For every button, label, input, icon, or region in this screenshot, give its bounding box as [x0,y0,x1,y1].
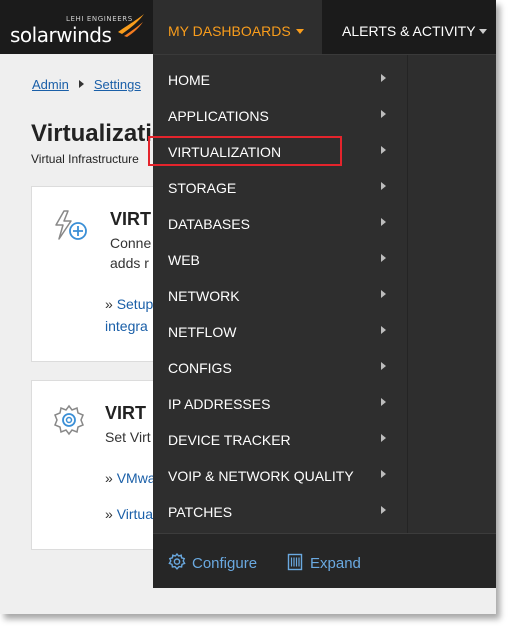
my-dashboards-dropdown: HOME APPLICATIONS VIRTUALIZATION STORAGE… [148,54,496,588]
menu-item-label: IP ADDRESSES [168,396,271,412]
breadcrumb: Admin Settings [32,77,141,92]
chevron-right-icon [381,434,386,442]
menu-item-databases[interactable]: DATABASES [153,205,407,241]
chevron-right-icon [381,470,386,478]
menu-item-label: STORAGE [168,180,237,196]
menu-item-label: NETWORK [168,288,240,304]
card-description-line: Set Virt [105,429,151,445]
caret-down-icon [296,29,304,34]
menu-item-label: DEVICE TRACKER [168,432,291,448]
logo-wordmark: solarwinds [10,23,112,47]
menu-item-virtualization[interactable]: VIRTUALIZATION [148,133,407,169]
chevron-right-icon [381,398,386,406]
menu-item-label: WEB [168,252,200,268]
menu-item-label: DATABASES [168,216,250,232]
card-link-virtual[interactable]: » Virtua [105,503,153,525]
page-subtitle: Virtual Infrastructure [31,152,139,166]
breadcrumb-separator-icon [78,80,84,88]
chevron-right-icon [381,218,386,226]
menu-item-label: VOIP & NETWORK QUALITY [168,468,354,484]
caret-down-icon [479,29,487,34]
card-description-line: Conne [110,235,152,251]
lightning-plus-icon [55,210,87,240]
configure-button[interactable]: Configure [168,552,258,572]
card-link-integration[interactable]: integra [105,315,148,337]
logo-swoosh-icon [118,14,144,37]
menu-item-label: APPLICATIONS [168,108,269,124]
chevron-right-icon [381,146,386,154]
app-window: LEHI ENGINEERS solarwinds MY DASHBOARDS … [0,0,496,614]
chevron-right-icon [381,254,386,262]
menu-item-voip-network-quality[interactable]: VOIP & NETWORK QUALITY [153,457,407,493]
expand-label: Expand [310,555,361,572]
configure-label: Configure [192,555,258,572]
chevron-right-icon [381,74,386,82]
breadcrumb-settings[interactable]: Settings [94,77,141,92]
menu-item-label: CONFIGS [168,360,232,376]
menu-item-device-tracker[interactable]: DEVICE TRACKER [153,421,407,457]
menu-item-netflow[interactable]: NETFLOW [153,313,407,349]
card-title: VIRT [110,209,152,229]
nav-my-dashboards-label: MY DASHBOARDS [168,23,291,39]
card-description-line: adds r [110,255,149,271]
card-link-vmware-label: VMwa [116,470,156,486]
chevron-right-icon [381,110,386,118]
card-link-vmware[interactable]: » VMwa [105,467,156,489]
menu-item-label: NETFLOW [168,324,237,340]
chevron-right-icon [381,362,386,370]
chevron-right-icon [381,290,386,298]
expand-icon [287,553,303,571]
card-link-setup-label: Setup [116,296,154,312]
chevron-right-icon [381,182,386,190]
menu-item-label: HOME [168,72,210,88]
top-nav-bar: LEHI ENGINEERS solarwinds MY DASHBOARDS … [0,0,496,54]
card-title: VIRT [105,403,147,423]
breadcrumb-admin[interactable]: Admin [32,77,69,92]
menu-item-label: VIRTUALIZATION [168,144,282,160]
card-link-virtual-label: Virtua [116,506,154,522]
menu-item-configs[interactable]: CONFIGS [153,349,407,385]
menu-column-divider [407,55,408,533]
expand-button[interactable]: Expand [286,553,361,572]
gear-icon [168,552,186,570]
chevron-right-icon [381,326,386,334]
gear-icon [54,404,84,436]
solarwinds-logo[interactable]: LEHI ENGINEERS solarwinds [8,12,148,48]
chevron-right-icon [381,506,386,514]
nav-my-dashboards[interactable]: MY DASHBOARDS [153,0,322,54]
menu-item-applications[interactable]: APPLICATIONS [153,97,407,133]
menu-item-home[interactable]: HOME [153,61,407,97]
menu-item-patches[interactable]: PATCHES [153,493,407,529]
menu-item-ip-addresses[interactable]: IP ADDRESSES [153,385,407,421]
card-link-setup[interactable]: » Setup [105,293,153,315]
menu-item-label: PATCHES [168,504,233,520]
nav-alerts-activity[interactable]: ALERTS & ACTIVITY [342,23,476,39]
menu-item-network[interactable]: NETWORK [153,277,407,313]
menu-item-web[interactable]: WEB [153,241,407,277]
menu-item-storage[interactable]: STORAGE [153,169,407,205]
